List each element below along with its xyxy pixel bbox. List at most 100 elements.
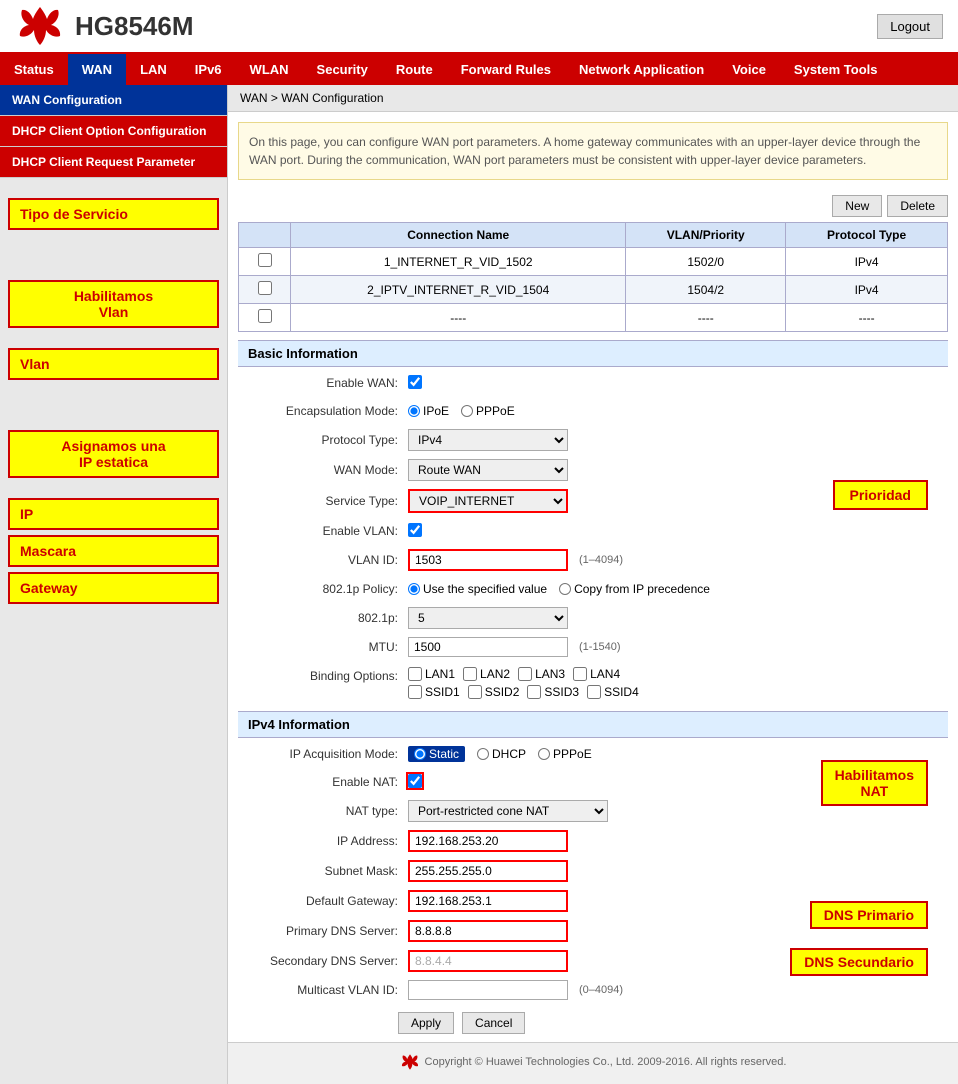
service-type-row: Service Type: VOIP_INTERNET Prioridad xyxy=(228,485,958,517)
ip-mode-pppoe[interactable]: PPPoE xyxy=(538,747,592,761)
nav-ipv6[interactable]: IPv6 xyxy=(181,54,236,85)
ip-mode-label: IP Acquisition Mode: xyxy=(238,747,408,761)
policy-specified-option[interactable]: Use the specified value xyxy=(408,582,547,596)
nav-security[interactable]: Security xyxy=(303,54,382,85)
annotation-asignamos-ip: Asignamos unaIP estatica xyxy=(8,430,219,478)
encap-ipoe-radio[interactable] xyxy=(408,405,420,417)
ip-mode-pppoe-label: PPPoE xyxy=(553,747,592,761)
enable-wan-label: Enable WAN: xyxy=(238,376,408,390)
encap-ipoe-option[interactable]: IPoE xyxy=(408,404,449,418)
encap-pppoe-radio[interactable] xyxy=(461,405,473,417)
row2-checkbox[interactable] xyxy=(258,281,272,295)
main-layout: WAN Configuration DHCP Client Option Con… xyxy=(0,85,958,1084)
8021p-select[interactable]: 5 xyxy=(408,607,568,629)
enable-wan-checkbox[interactable] xyxy=(408,375,422,389)
binding-ssid4[interactable]: SSID4 xyxy=(587,685,639,699)
binding-ssid1[interactable]: SSID1 xyxy=(408,685,460,699)
nav-wlan[interactable]: WLAN xyxy=(236,54,303,85)
primary-dns-input[interactable] xyxy=(408,920,568,942)
multicast-vlan-input[interactable] xyxy=(408,980,568,1000)
row3-protocol: ---- xyxy=(786,304,948,332)
binding-field: LAN1 LAN2 LAN3 LAN4 SSID1 SSID2 SSID3 SS… xyxy=(408,667,948,699)
apply-button[interactable]: Apply xyxy=(398,1012,454,1034)
subnet-mask-row: Subnet Mask: xyxy=(228,856,958,886)
ip-mode-static-radio[interactable] xyxy=(414,748,426,760)
encap-pppoe-option[interactable]: PPPoE xyxy=(461,404,515,418)
enable-vlan-checkbox[interactable] xyxy=(408,523,422,537)
enable-vlan-field xyxy=(408,523,948,540)
huawei-logo-icon: HUAWEI xyxy=(15,5,65,47)
annotation-dns-primario: DNS Primario xyxy=(810,901,928,929)
protocol-type-label: Protocol Type: xyxy=(238,433,408,447)
protocol-type-select[interactable]: IPv4 xyxy=(408,429,568,451)
cancel-button[interactable]: Cancel xyxy=(462,1012,525,1034)
binding-lan4[interactable]: LAN4 xyxy=(573,667,620,681)
ip-address-input[interactable] xyxy=(408,830,568,852)
ip-mode-dhcp[interactable]: DHCP xyxy=(477,747,526,761)
row1-checkbox[interactable] xyxy=(258,253,272,267)
subnet-mask-input[interactable] xyxy=(408,860,568,882)
service-type-label: Service Type: xyxy=(238,494,408,508)
binding-ssid3[interactable]: SSID3 xyxy=(527,685,579,699)
sidebar: WAN Configuration DHCP Client Option Con… xyxy=(0,85,228,1084)
service-type-select[interactable]: VOIP_INTERNET xyxy=(408,489,568,513)
8021p-row: 802.1p: 5 xyxy=(228,603,958,633)
logout-button[interactable]: Logout xyxy=(877,14,943,39)
binding-lan3[interactable]: LAN3 xyxy=(518,667,565,681)
ip-mode-static-label: Static xyxy=(429,747,459,761)
policy-specified-radio[interactable] xyxy=(408,583,420,595)
vlan-id-hint: (1–4094) xyxy=(579,554,623,566)
ip-mode-static[interactable]: Static xyxy=(408,746,465,762)
ip-mode-pppoe-radio[interactable] xyxy=(538,748,550,760)
mtu-input[interactable] xyxy=(408,637,568,657)
binding-lan1[interactable]: LAN1 xyxy=(408,667,455,681)
wan-mode-field: Route WAN xyxy=(408,459,948,481)
row3-checkbox[interactable] xyxy=(258,309,272,323)
policy-label: 802.1p Policy: xyxy=(238,582,408,596)
enable-nat-checkbox[interactable] xyxy=(408,774,422,788)
row1-protocol: IPv4 xyxy=(786,248,948,276)
enable-vlan-label: Enable VLAN: xyxy=(238,524,408,538)
sidebar-item-dhcp-request[interactable]: DHCP Client Request Parameter xyxy=(0,147,227,178)
nat-type-select[interactable]: Port-restricted cone NAT xyxy=(408,800,608,822)
policy-ip-option[interactable]: Copy from IP precedence xyxy=(559,582,710,596)
nav-wan[interactable]: WAN xyxy=(68,54,126,85)
annotation-habilitar-vlan: HabilitamosVlan xyxy=(8,280,219,328)
table-row: 2_IPTV_INTERNET_R_VID_1504 1504/2 IPv4 xyxy=(239,276,948,304)
row2-vlan: 1504/2 xyxy=(626,276,786,304)
footer-logo: Copyright © Huawei Technologies Co., Ltd… xyxy=(400,1053,787,1071)
multicast-vlan-row: Multicast VLAN ID: (0–4094) xyxy=(228,976,958,1004)
nav-voice[interactable]: Voice xyxy=(718,54,780,85)
mtu-field: (1-1540) xyxy=(408,637,948,657)
delete-button[interactable]: Delete xyxy=(887,195,948,217)
nav-status[interactable]: Status xyxy=(0,54,68,85)
secondary-dns-input[interactable] xyxy=(408,950,568,972)
vlan-id-row: VLAN ID: (1–4094) xyxy=(228,545,958,575)
ip-mode-dhcp-radio[interactable] xyxy=(477,748,489,760)
multicast-vlan-hint: (0–4094) xyxy=(579,984,623,996)
new-button[interactable]: New xyxy=(832,195,882,217)
nav-lan[interactable]: LAN xyxy=(126,54,181,85)
nav-forward-rules[interactable]: Forward Rules xyxy=(447,54,565,85)
nav-system-tools[interactable]: System Tools xyxy=(780,54,892,85)
nav-network-app[interactable]: Network Application xyxy=(565,54,718,85)
policy-ip-label: Copy from IP precedence xyxy=(574,582,710,596)
policy-radio-group: Use the specified value Copy from IP pre… xyxy=(408,582,948,596)
nav-route[interactable]: Route xyxy=(382,54,447,85)
sidebar-item-wan-config[interactable]: WAN Configuration xyxy=(0,85,227,116)
default-gw-input[interactable] xyxy=(408,890,568,912)
footer-huawei-icon xyxy=(400,1053,420,1071)
annotation-tipo-servicio: Tipo de Servicio xyxy=(8,198,219,230)
vlan-id-input[interactable] xyxy=(408,549,568,571)
wan-mode-select[interactable]: Route WAN xyxy=(408,459,568,481)
mtu-label: MTU: xyxy=(238,640,408,654)
mtu-hint: (1-1540) xyxy=(579,641,621,653)
ipv4-info-title: IPv4 Information xyxy=(238,711,948,738)
page-wrapper: HUAWEI HG8546M Logout Status WAN LAN IPv… xyxy=(0,0,958,1084)
info-box: On this page, you can configure WAN port… xyxy=(238,122,948,180)
policy-ip-radio[interactable] xyxy=(559,583,571,595)
binding-ssid2[interactable]: SSID2 xyxy=(468,685,520,699)
row1-vlan: 1502/0 xyxy=(626,248,786,276)
binding-lan2[interactable]: LAN2 xyxy=(463,667,510,681)
sidebar-item-dhcp-option[interactable]: DHCP Client Option Configuration xyxy=(0,116,227,147)
